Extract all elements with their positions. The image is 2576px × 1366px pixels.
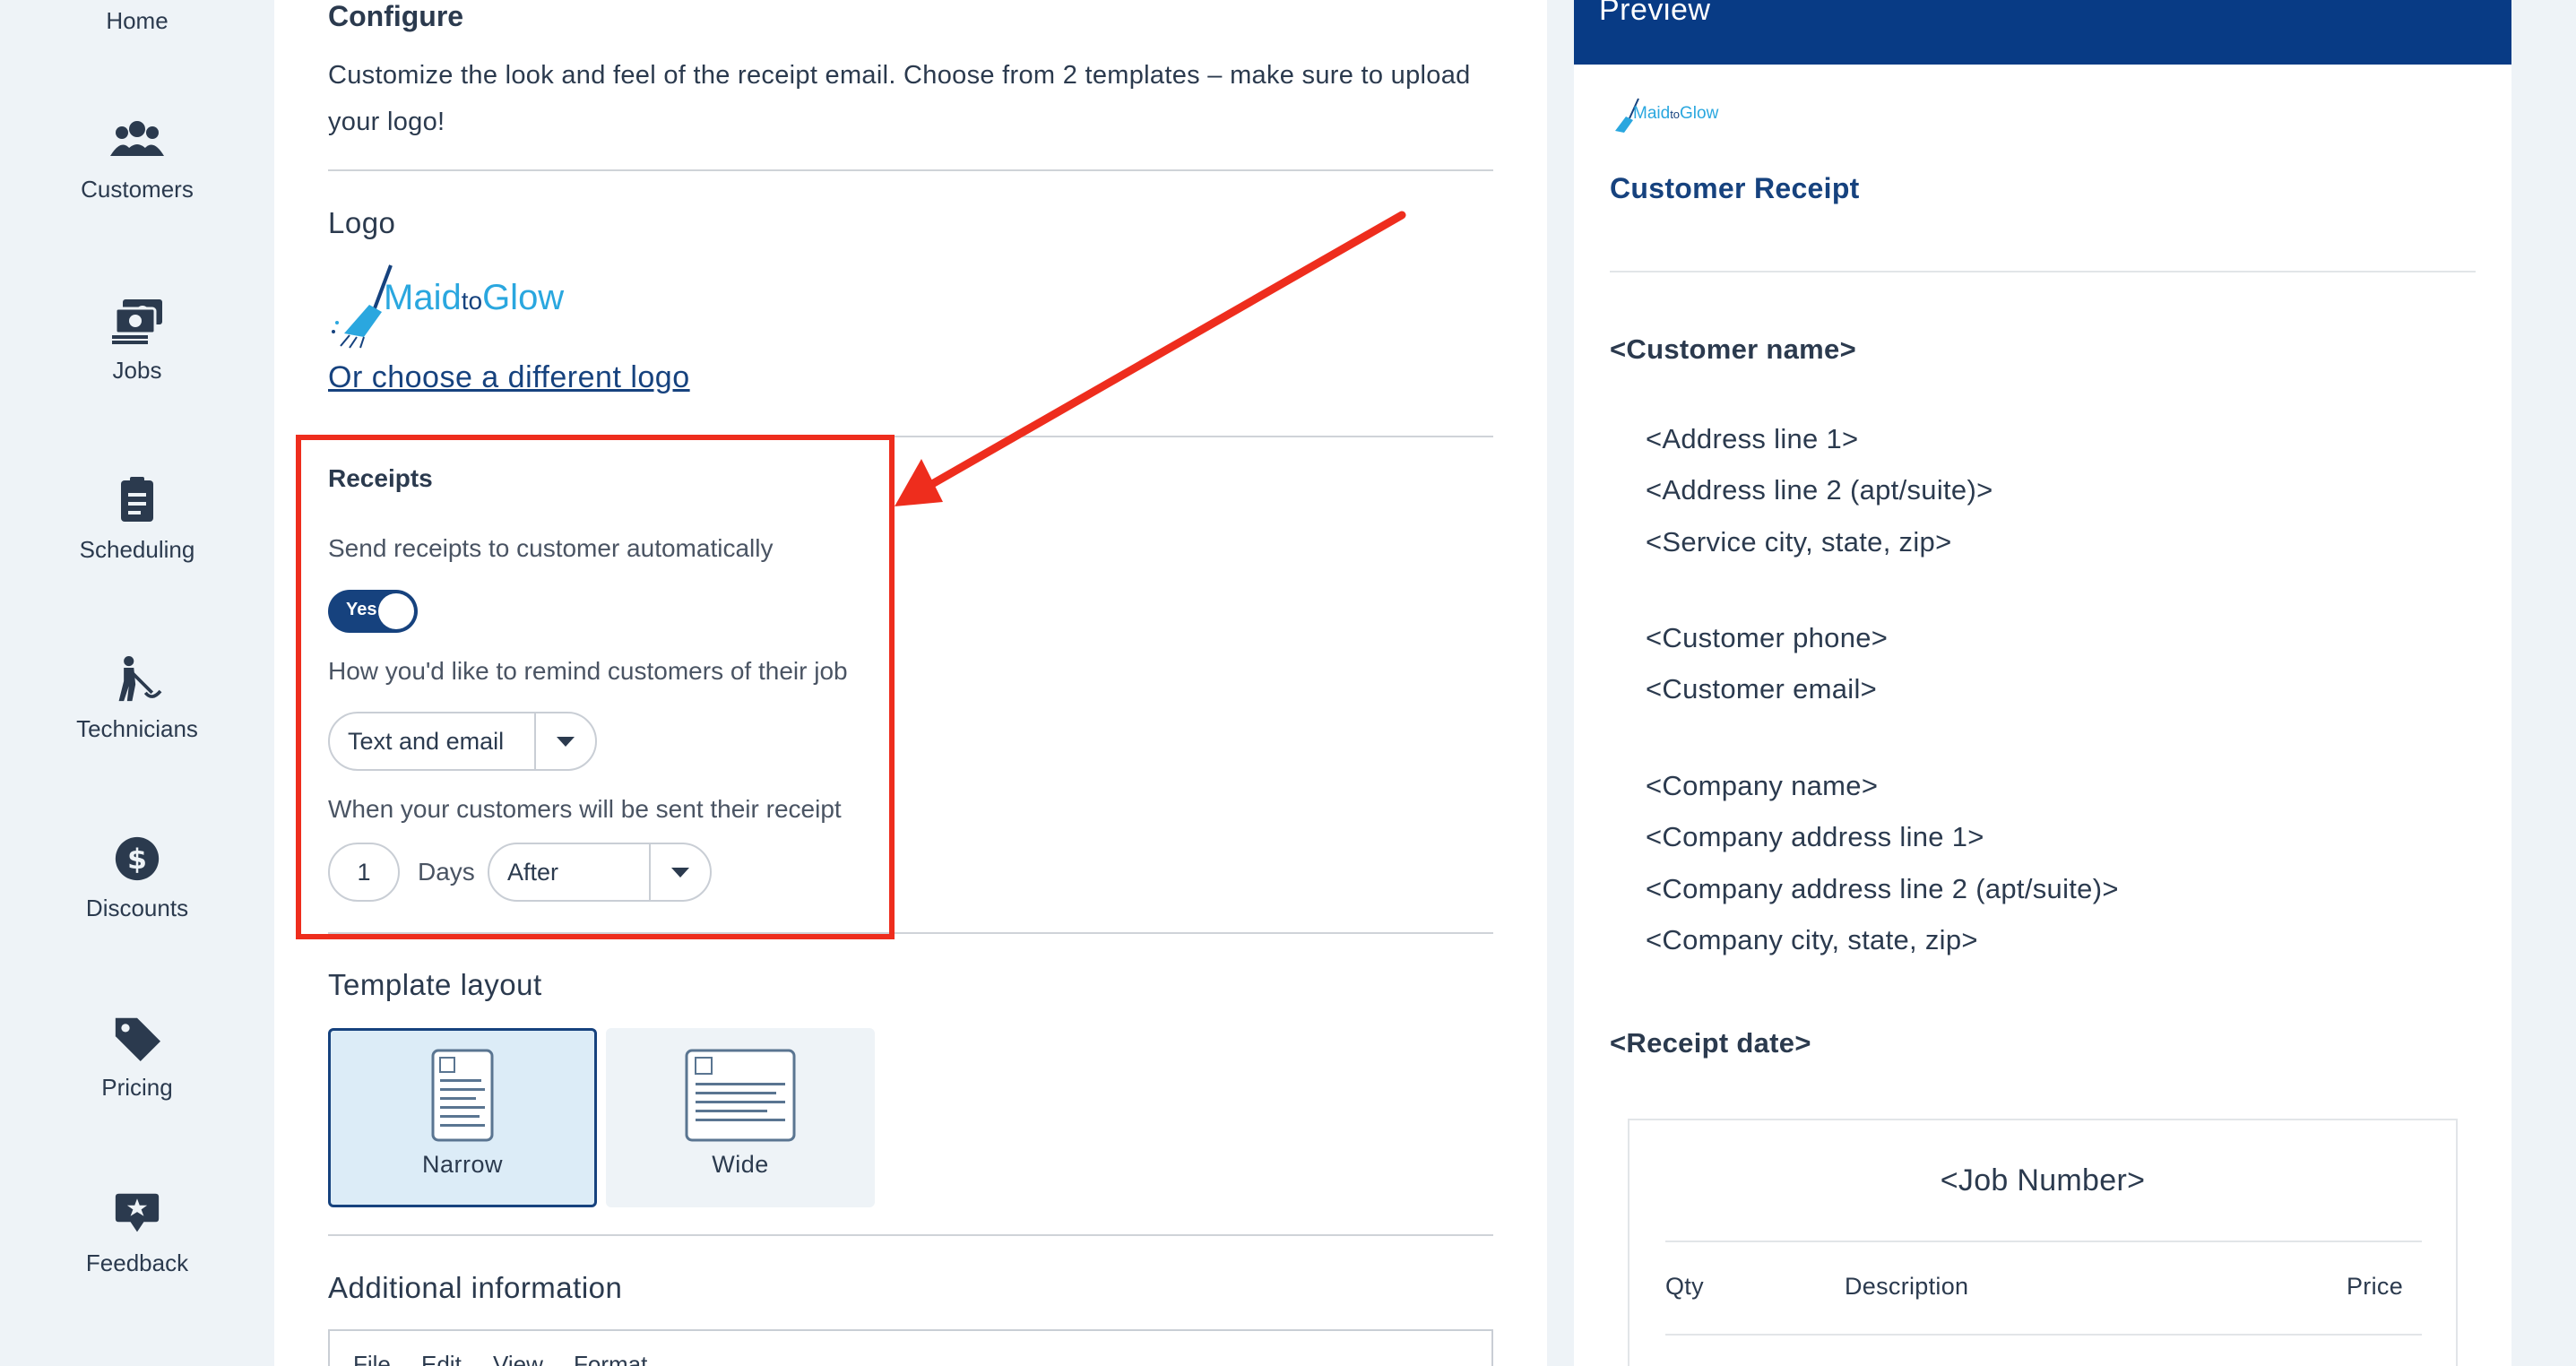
template-heading: Template layout [328,968,542,1001]
preview-panel: Preview MaidtoGlow Customer Receipt <Cus… [1574,0,2511,1366]
template-option-label: Narrow [421,1151,503,1178]
receipts-heading: Receipts [328,464,433,492]
sidebar: Home Customers Jobs Scheduling Technicia… [0,0,274,1366]
configure-panel: Configure Customize the look and feel of… [274,0,1547,1366]
sidebar-item-feedback[interactable]: Feedback [0,1189,274,1277]
sidebar-item-scheduling[interactable]: Scheduling [0,475,274,564]
preview-header: Preview [1574,0,2511,65]
logo-text-main: Maid [1633,104,1671,123]
editor-menu-format[interactable]: Format [574,1351,647,1366]
logo-heading: Logo [328,206,396,239]
company-logo: MaidtoGlow [328,260,597,350]
divider [1665,1241,2422,1242]
sidebar-item-label: Pricing [101,1074,173,1101]
job-summary-box: <Job Number> Qty Description Price [1628,1119,2458,1366]
customer-name: <Customer name> [1610,333,1856,365]
toggle-knob [378,593,414,629]
logo-text-to: to [1670,108,1681,121]
contact-line: <Customer email> [1646,673,1878,705]
divider [1665,1334,2422,1336]
change-logo-link[interactable]: Or choose a different logo [328,360,690,395]
sidebar-item-discounts[interactable]: $ Discounts [0,834,274,922]
star-bubble-icon [108,1189,166,1239]
divider [328,436,1493,437]
table-header-description: Description [1845,1273,1969,1300]
sidebar-item-pricing[interactable]: Pricing [0,1013,274,1102]
sidebar-item-label: Discounts [85,895,189,921]
chevron-down-icon [649,844,710,900]
divider [1610,271,2476,272]
sidebar-item-customers[interactable]: Customers [0,115,274,203]
sidebar-item-technicians[interactable]: Technicians [0,654,274,743]
select-value: Text and email [348,727,505,755]
select-value: After [507,858,559,886]
configure-title: Configure [328,0,464,32]
rich-text-editor[interactable]: File Edit View Format [328,1329,1493,1366]
users-icon [108,115,166,165]
sidebar-item-label: Jobs [112,357,162,384]
svg-text:$: $ [127,843,147,876]
clipboard-icon [108,475,166,525]
remind-method-select[interactable]: Text and email [328,712,597,771]
dollar-badge-icon: $ [108,834,166,884]
receipt-title: Customer Receipt [1610,172,1860,204]
money-stack-icon [108,296,166,346]
preview-title: Preview [1599,0,1711,27]
logo-text-end: Glow [1680,104,1719,123]
tag-icon [108,1013,166,1063]
configure-description: Customize the look and feel of the recei… [328,61,1471,136]
timing-unit-label: Days [418,858,475,886]
address-line: <Address line 1> [1646,423,1859,454]
chevron-down-icon [534,713,595,769]
address-line: <Service city, state, zip> [1646,526,1952,558]
additional-info-heading: Additional information [328,1271,623,1304]
editor-menu-edit[interactable]: Edit [421,1351,462,1366]
logo-text-main: Maid [384,278,462,317]
sidebar-item-label: Technicians [76,715,198,742]
contact-line: <Customer phone> [1646,622,1889,653]
job-number: <Job Number> [1940,1163,2146,1197]
divider [328,932,1493,934]
preview-logo: MaidtoGlow [1610,95,1744,140]
address-line: <Address line 2 (apt/suite)> [1646,474,1993,506]
template-option-label: Wide [712,1151,769,1178]
table-header-price: Price [2347,1273,2404,1300]
timing-label: When your customers will be sent their r… [328,795,842,823]
editor-menu-file[interactable]: File [353,1351,391,1366]
company-line: <Company address line 2 (apt/suite)> [1646,873,2119,904]
editor-menu-view[interactable]: View [493,1351,543,1366]
auto-send-toggle[interactable]: Yes [328,590,418,633]
company-line: <Company name> [1646,770,1879,801]
logo-text-end: Glow [482,278,565,317]
mop-worker-icon [108,654,166,705]
sidebar-item-jobs[interactable]: Jobs [0,296,274,385]
template-narrow-option[interactable]: Narrow [328,1028,597,1207]
receipt-date: <Receipt date> [1610,1027,1811,1059]
sidebar-item-home[interactable]: Home [0,0,274,35]
remind-label: How you'd like to remind customers of th… [328,657,848,685]
company-line: <Company city, state, zip> [1646,924,1978,955]
divider [328,169,1493,171]
table-header-qty: Qty [1665,1273,1704,1300]
logo-text-to: to [461,287,483,315]
timing-relation-select[interactable]: After [488,843,712,902]
sidebar-item-label: Scheduling [79,536,195,563]
timing-days-input[interactable]: 1 [328,843,400,902]
sidebar-item-label: Feedback [85,1249,189,1276]
auto-send-label: Send receipts to customer automatically [328,534,774,562]
divider [328,1234,1493,1236]
sidebar-item-label: Home [106,7,169,34]
template-wide-option[interactable]: Wide [606,1028,875,1207]
sidebar-item-label: Customers [81,176,194,203]
narrow-layout-icon [431,1049,494,1142]
toggle-label: Yes [346,600,377,619]
company-line: <Company address line 1> [1646,821,1984,852]
wide-layout-icon [685,1049,796,1142]
